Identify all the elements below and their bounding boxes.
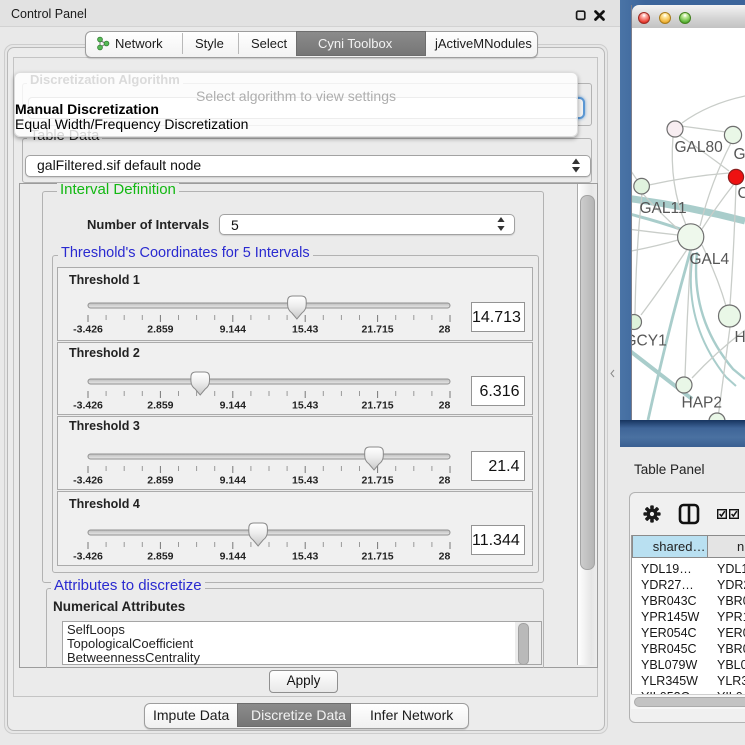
svg-text:2.859: 2.859 [147,324,173,336]
svg-text:-3.426: -3.426 [73,324,103,336]
svg-text:9.144: 9.144 [220,475,246,487]
svg-text:9.144: 9.144 [220,399,246,411]
svg-text:28: 28 [439,550,451,562]
svg-text:21.715: 21.715 [362,324,394,336]
svg-text:HI: HI [735,329,745,346]
svg-text:2.859: 2.859 [147,475,173,487]
svg-text:GAL11: GAL11 [640,200,687,217]
svg-text:2.859: 2.859 [147,399,173,411]
svg-text:21.715: 21.715 [362,475,394,487]
svg-text:GAL4: GAL4 [690,251,730,268]
svg-text:28: 28 [439,399,451,411]
svg-text:28: 28 [439,324,451,336]
svg-text:28: 28 [439,475,451,487]
svg-text:21.715: 21.715 [362,550,394,562]
svg-text:21.715: 21.715 [362,399,394,411]
svg-text:HAP2: HAP2 [682,395,723,412]
svg-text:15.43: 15.43 [292,550,318,562]
svg-text:CY: CY [738,185,745,202]
svg-text:-3.426: -3.426 [73,550,103,562]
svg-text:GAL80: GAL80 [675,139,724,156]
svg-text:GCY1: GCY1 [632,333,667,350]
svg-text:-3.426: -3.426 [73,475,103,487]
svg-text:15.43: 15.43 [292,475,318,487]
svg-text:9.144: 9.144 [220,324,246,336]
svg-text:15.43: 15.43 [292,324,318,336]
svg-text:G.: G. [734,146,745,163]
svg-text:15.43: 15.43 [292,399,318,411]
svg-text:9.144: 9.144 [220,550,246,562]
svg-text:2.859: 2.859 [147,550,173,562]
svg-text:-3.426: -3.426 [73,399,103,411]
